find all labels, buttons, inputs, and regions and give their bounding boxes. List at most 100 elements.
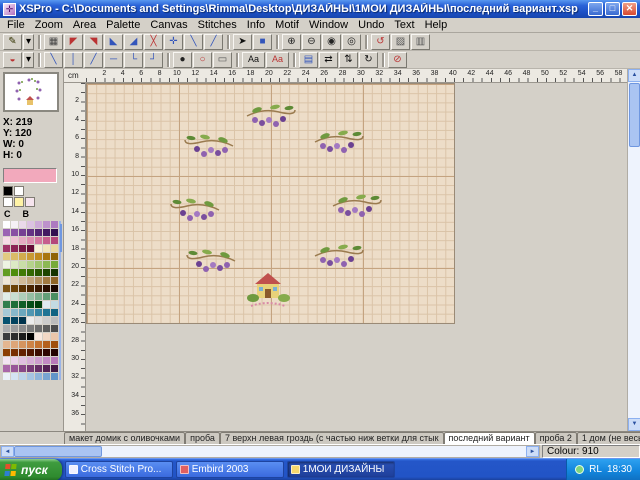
palette-swatch[interactable] bbox=[11, 301, 18, 308]
palette-swatch[interactable] bbox=[11, 229, 18, 236]
palette-swatch[interactable] bbox=[35, 341, 42, 348]
palette-swatch[interactable] bbox=[43, 373, 50, 380]
pencil-dropdown[interactable]: ▾ bbox=[23, 34, 34, 50]
palette-swatch[interactable] bbox=[27, 293, 34, 300]
palette-swatch[interactable] bbox=[27, 253, 34, 260]
palette-swatch[interactable] bbox=[51, 253, 58, 260]
palette-swatch[interactable] bbox=[51, 357, 58, 364]
backstitch-corner2-tool[interactable]: ┘ bbox=[144, 52, 163, 68]
palette-swatch[interactable] bbox=[35, 333, 42, 340]
palette-swatch[interactable] bbox=[51, 333, 58, 340]
menu-item-palette[interactable]: Palette bbox=[101, 19, 145, 31]
backstitch-horizontal-tool[interactable]: ─ bbox=[104, 52, 123, 68]
palette-swatch[interactable] bbox=[27, 237, 34, 244]
palette-swatch[interactable] bbox=[11, 333, 18, 340]
selected-color-swatch[interactable] bbox=[3, 168, 57, 183]
palette-swatch[interactable] bbox=[19, 229, 26, 236]
palette-swatch[interactable] bbox=[19, 357, 26, 364]
palette-swatch[interactable] bbox=[35, 269, 42, 276]
palette-swatch[interactable] bbox=[35, 325, 42, 332]
palette-swatch[interactable] bbox=[43, 253, 50, 260]
palette-swatch[interactable] bbox=[11, 341, 18, 348]
menu-item-motif[interactable]: Motif bbox=[270, 19, 304, 31]
menu-item-zoom[interactable]: Zoom bbox=[30, 19, 68, 31]
palette-swatch[interactable] bbox=[27, 221, 34, 228]
palette-swatch[interactable] bbox=[11, 261, 18, 268]
mirror-vertical-tool[interactable]: ⇅ bbox=[339, 52, 358, 68]
palette-swatch[interactable] bbox=[19, 317, 26, 324]
quarter-stitch-br-tool[interactable]: ◢ bbox=[124, 34, 143, 50]
fabric-canvas[interactable] bbox=[86, 83, 455, 324]
backstitch-back-tool[interactable]: ╲ bbox=[184, 34, 203, 50]
menu-item-file[interactable]: File bbox=[2, 19, 30, 31]
palette-swatch[interactable] bbox=[43, 221, 50, 228]
eraser-tool[interactable]: ▭ bbox=[213, 52, 232, 68]
backstitch-corner-tool[interactable]: └ bbox=[124, 52, 143, 68]
pattern-tab[interactable]: проба 2 bbox=[535, 432, 577, 444]
palette-swatch[interactable] bbox=[43, 229, 50, 236]
cross-stitch-tool[interactable]: ╳ bbox=[144, 34, 163, 50]
close-button[interactable]: ✕ bbox=[622, 2, 637, 16]
taskbar-task[interactable]: Embird 2003 bbox=[176, 461, 284, 478]
thread-dropdown[interactable]: ▾ bbox=[23, 52, 34, 68]
palette-swatch[interactable] bbox=[35, 293, 42, 300]
palette-swatch[interactable] bbox=[11, 325, 18, 332]
backstitch-vertical-tool[interactable]: │ bbox=[64, 52, 83, 68]
palette-swatch[interactable] bbox=[27, 325, 34, 332]
menu-item-undo[interactable]: Undo bbox=[353, 19, 389, 31]
palette-swatch[interactable] bbox=[51, 365, 58, 372]
palette-swatch[interactable] bbox=[3, 261, 10, 268]
menu-item-help[interactable]: Help bbox=[420, 19, 453, 31]
palette-swatch[interactable] bbox=[19, 333, 26, 340]
palette-swatch[interactable] bbox=[43, 357, 50, 364]
palette-swatch[interactable] bbox=[19, 253, 26, 260]
palette-swatch[interactable] bbox=[3, 253, 10, 260]
palette-swatch[interactable] bbox=[19, 237, 26, 244]
palette-swatch[interactable] bbox=[43, 365, 50, 372]
palette-swatch[interactable] bbox=[19, 365, 26, 372]
palette-swatch[interactable] bbox=[51, 229, 58, 236]
palette-swatch[interactable] bbox=[35, 261, 42, 268]
palette-swatch[interactable] bbox=[3, 229, 10, 236]
palette-swatch[interactable] bbox=[11, 293, 18, 300]
palette-swatch[interactable] bbox=[19, 301, 26, 308]
palette-swatch[interactable] bbox=[27, 317, 34, 324]
taskbar-task[interactable]: 1МОИ ДИЗАЙНЫ bbox=[287, 461, 395, 478]
palette-swatch[interactable] bbox=[35, 317, 42, 324]
palette-swatch[interactable] bbox=[19, 277, 26, 284]
start-button[interactable]: пуск bbox=[0, 459, 62, 480]
palette-swatch[interactable] bbox=[43, 333, 50, 340]
palette-swatch[interactable] bbox=[11, 349, 18, 356]
motif-library-tool[interactable]: ▤ bbox=[299, 52, 318, 68]
palette-swatch[interactable] bbox=[43, 301, 50, 308]
palette-swatch[interactable] bbox=[3, 373, 10, 380]
palette-swatch[interactable] bbox=[43, 317, 50, 324]
zoom-area-tool[interactable]: ◎ bbox=[342, 34, 361, 50]
palette-swatch[interactable] bbox=[51, 349, 58, 356]
palette-swatch[interactable] bbox=[11, 221, 18, 228]
palette-swatch[interactable] bbox=[43, 269, 50, 276]
palette-swatch[interactable] bbox=[51, 285, 58, 292]
palette-swatch[interactable] bbox=[35, 253, 42, 260]
palette-swatch[interactable] bbox=[27, 373, 34, 380]
palette-swatch[interactable] bbox=[3, 269, 10, 276]
quick-color-swatch[interactable] bbox=[14, 197, 24, 207]
palette-swatch[interactable] bbox=[19, 373, 26, 380]
palette-swatch[interactable] bbox=[3, 333, 10, 340]
palette-swatch[interactable] bbox=[3, 309, 10, 316]
palette-swatch[interactable] bbox=[11, 269, 18, 276]
palette-swatch[interactable] bbox=[51, 277, 58, 284]
quick-color-swatch[interactable] bbox=[14, 186, 24, 196]
palette-swatch[interactable] bbox=[11, 357, 18, 364]
palette-swatch[interactable] bbox=[35, 221, 42, 228]
menu-item-text[interactable]: Text bbox=[389, 19, 419, 31]
palette-swatch[interactable] bbox=[11, 317, 18, 324]
palette-swatch[interactable] bbox=[27, 229, 34, 236]
palette-swatch[interactable] bbox=[27, 301, 34, 308]
palette-swatch[interactable] bbox=[3, 237, 10, 244]
palette-swatch[interactable] bbox=[3, 277, 10, 284]
palette-swatch[interactable] bbox=[19, 285, 26, 292]
pattern-tab[interactable]: 1 дом (не весь для стыковки) bbox=[577, 432, 640, 444]
text-color-tool[interactable]: Aa bbox=[266, 52, 289, 68]
v-scroll-track[interactable] bbox=[628, 147, 640, 418]
